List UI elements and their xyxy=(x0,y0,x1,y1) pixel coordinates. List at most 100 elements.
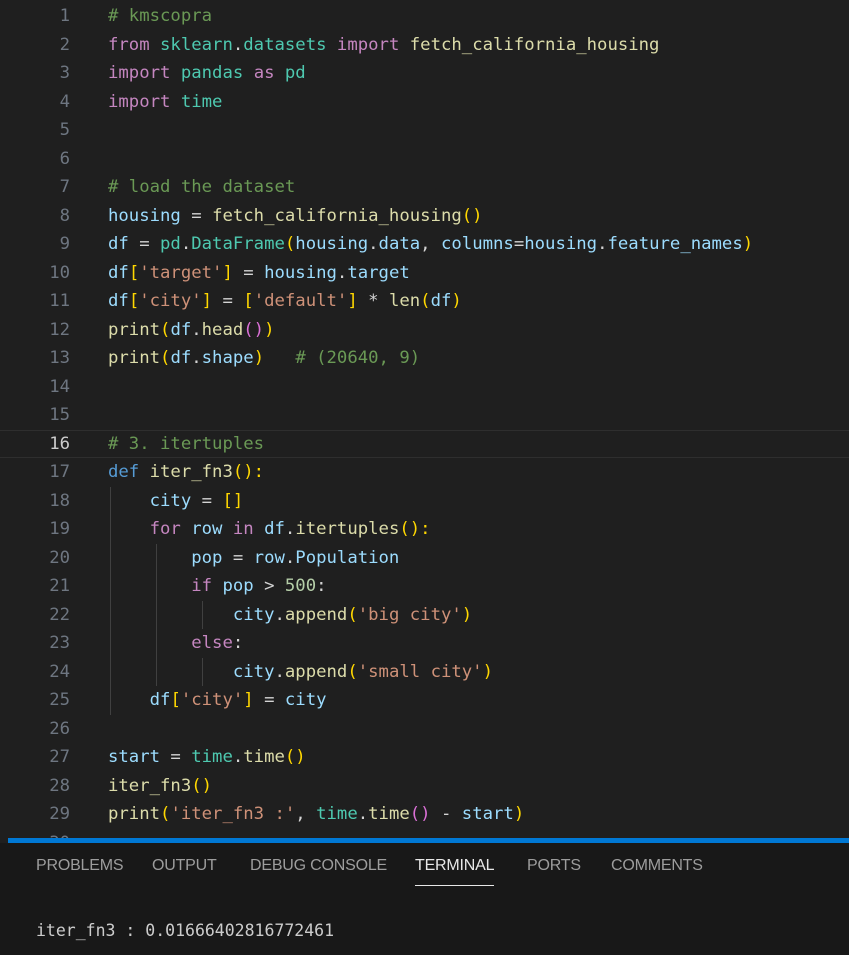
code-token: shape xyxy=(201,348,254,368)
line-number: 16 xyxy=(49,433,70,454)
line-number: 6 xyxy=(59,148,70,169)
line-number: 7 xyxy=(59,177,70,197)
tab-output[interactable]: OUTPUT xyxy=(152,857,217,875)
code-token: . xyxy=(284,547,296,568)
code-line[interactable]: 19 for row in df.itertuples(): xyxy=(0,515,849,544)
code-token: append xyxy=(284,661,348,682)
code-line[interactable]: 26 xyxy=(0,715,849,744)
code-token: * xyxy=(357,291,389,311)
indent-guide xyxy=(202,600,203,629)
line-code: df = pd.DataFrame(housing.data, columns=… xyxy=(108,230,753,259)
code-line[interactable]: 17 def iter_fn3(): xyxy=(0,458,849,487)
code-line[interactable]: 11 df['city'] = ['default'] * len(df) xyxy=(0,287,849,316)
code-token: city xyxy=(284,690,327,710)
code-line[interactable]: 3 import pandas as pd xyxy=(0,59,849,88)
line-number: 15 xyxy=(49,405,70,425)
line-number: 18 xyxy=(49,490,70,511)
code-token: () xyxy=(461,205,483,226)
code-token: def xyxy=(108,462,140,482)
code-token: ) xyxy=(253,348,265,368)
code-line[interactable]: 12 print(df.head()) xyxy=(0,316,849,345)
line-code: def iter_fn3(): xyxy=(108,458,264,487)
code-line[interactable]: 4 import time xyxy=(0,88,849,117)
code-line[interactable]: 21 if pop > 500: xyxy=(0,572,849,601)
code-line[interactable]: 10 df['target'] = housing.target xyxy=(0,259,849,288)
code-token: from xyxy=(108,34,150,55)
code-token: [ xyxy=(243,291,254,311)
code-token: print xyxy=(108,319,161,340)
line-code: # load the dataset xyxy=(108,173,295,202)
code-token: 'big city' xyxy=(357,604,462,625)
code-line[interactable]: 29 print('iter_fn3 :', time.time() - star… xyxy=(0,800,849,829)
code-token: 'target' xyxy=(139,262,223,283)
tab-ports[interactable]: PORTS xyxy=(527,857,581,875)
code-line[interactable]: 1 # kmscopra xyxy=(0,2,849,31)
bottom-panel: PROBLEMS OUTPUT DEBUG CONSOLE TERMINAL P… xyxy=(0,843,849,955)
code-token: , xyxy=(420,234,441,254)
code-token: . xyxy=(232,34,244,55)
code-token: ] xyxy=(201,291,213,311)
terminal-output[interactable]: iter_fn3 : 0.01666402816772461 xyxy=(36,921,334,940)
code-token: ) xyxy=(451,291,462,311)
code-token: sklearn xyxy=(160,34,233,55)
code-line[interactable]: 28 iter_fn3() xyxy=(0,772,849,801)
code-token: = xyxy=(222,547,254,568)
code-line[interactable]: 8 housing = fetch_california_housing() xyxy=(0,202,849,231)
code-line[interactable]: 18 city = [] xyxy=(0,487,849,516)
code-line[interactable]: 25 df['city'] = city xyxy=(0,686,849,715)
tab-comments[interactable]: COMMENTS xyxy=(611,857,703,875)
code-line[interactable]: 7 # load the dataset xyxy=(0,173,849,202)
code-line[interactable]: 15 xyxy=(0,401,849,430)
line-code: for row in df.itertuples(): xyxy=(108,515,431,544)
code-token: df xyxy=(149,690,171,710)
line-number: 17 xyxy=(49,462,70,482)
tab-debug-console[interactable]: DEBUG CONSOLE xyxy=(250,857,387,875)
code-line[interactable]: 9 df = pd.DataFrame(housing.data, columns… xyxy=(0,230,849,259)
code-token: = xyxy=(180,205,213,226)
code-line[interactable]: 2 from sklearn.datasets import fetch_cali… xyxy=(0,31,849,60)
code-token: : xyxy=(232,633,244,653)
code-line[interactable]: 30 xyxy=(0,829,849,839)
code-token: time xyxy=(243,747,285,767)
code-token: iter_fn3 xyxy=(108,775,192,796)
code-line[interactable]: 27 start = time.time() xyxy=(0,743,849,772)
code-line[interactable]: 20 pop = row.Population xyxy=(0,544,849,573)
code-line[interactable]: 13 print(df.shape) # (20640, 9) xyxy=(0,344,849,373)
line-number: 13 xyxy=(49,348,70,368)
code-token: 500 xyxy=(284,576,317,596)
code-line[interactable]: 22 city.append('big city') xyxy=(0,601,849,630)
code-token: [ xyxy=(128,291,140,311)
code-line[interactable]: 14 xyxy=(0,373,849,402)
code-editor[interactable]: 1 # kmscopra 2 from sklearn.datasets import… xyxy=(0,0,849,838)
code-token: housing xyxy=(264,262,337,283)
code-token: = xyxy=(160,747,192,767)
line-number: 22 xyxy=(49,604,70,625)
code-token: ( xyxy=(284,234,296,254)
code-token: . xyxy=(357,804,369,824)
code-line[interactable]: 23 else: xyxy=(0,629,849,658)
code-token: df xyxy=(108,291,129,311)
line-code: import pandas as pd xyxy=(108,59,306,88)
code-line[interactable]: 6 xyxy=(0,145,849,174)
line-number: 27 xyxy=(49,747,70,767)
code-line[interactable]: 5 xyxy=(0,116,849,145)
code-token: ( xyxy=(420,291,431,311)
code-token: (): xyxy=(232,462,265,482)
code-token: [] xyxy=(222,490,244,511)
line-code: df['city'] = ['default'] * len(df) xyxy=(108,287,462,316)
tab-problems[interactable]: PROBLEMS xyxy=(36,857,124,875)
code-token: = xyxy=(513,234,525,254)
line-code: df['target'] = housing.target xyxy=(108,259,410,288)
code-token: () xyxy=(409,804,431,824)
tab-terminal[interactable]: TERMINAL xyxy=(415,857,495,886)
code-token: . xyxy=(274,604,285,625)
code-line[interactable]: 24 city.append('small city') xyxy=(0,658,849,687)
code-token: ) xyxy=(461,604,473,625)
code-token: ) xyxy=(742,234,754,254)
code-token: import xyxy=(336,34,400,55)
code-token: print xyxy=(108,804,161,824)
code-line[interactable]: 16 # 3. itertuples xyxy=(0,430,849,459)
code-token: , xyxy=(295,804,317,824)
